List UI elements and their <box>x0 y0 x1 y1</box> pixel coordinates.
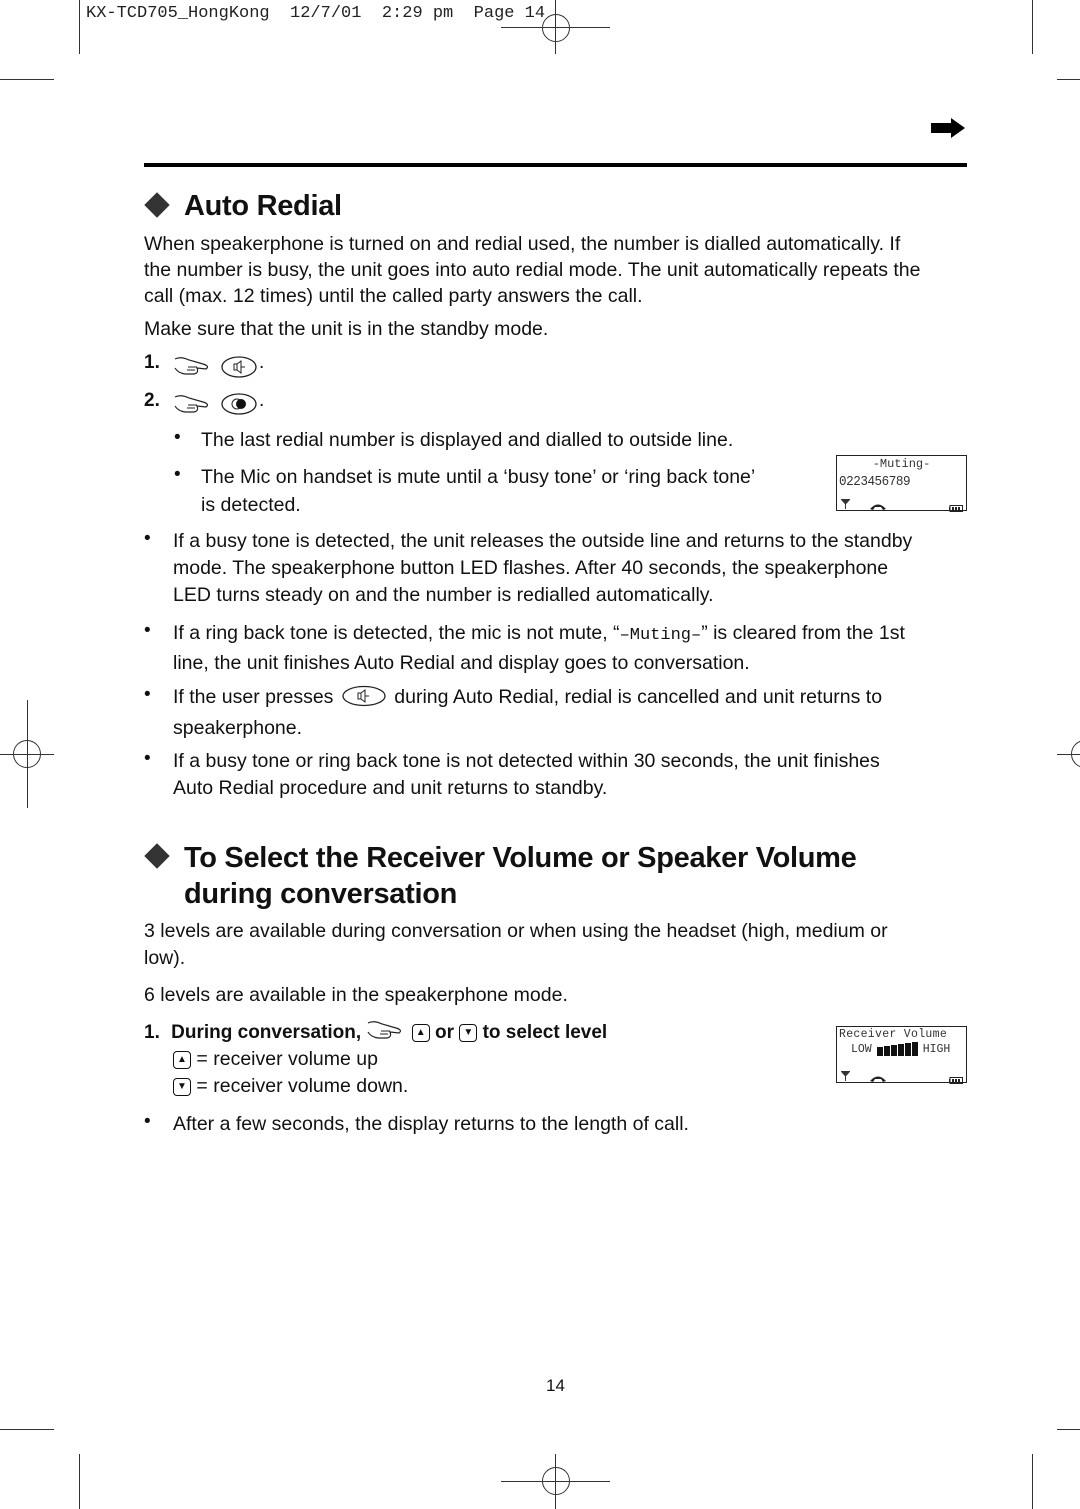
intro-paragraph: When speakerphone is turned on and redia… <box>144 231 974 309</box>
print-header: KX-TCD705_HongKong 12/7/01 2:29 pm Page … <box>86 4 546 23</box>
crop-mark <box>0 79 54 80</box>
text-line: LED turns steady on and the number is re… <box>173 584 714 606</box>
lcd-number: 0223456789 <box>839 474 911 490</box>
text-line: mode. The speakerphone button LED flashe… <box>173 557 889 579</box>
step-text: or <box>435 1022 455 1043</box>
step-2: 2. <box>144 390 160 412</box>
section-rule <box>144 163 967 167</box>
crop-mark <box>1057 79 1080 80</box>
ring-back-bullet: If a ring back tone is detected, the mic… <box>173 620 973 676</box>
text-line: line, the unit finishes Auto Redial and … <box>173 652 750 674</box>
low-label: LOW <box>851 1042 872 1056</box>
step-number: 1. <box>144 352 160 373</box>
step-period: . <box>259 352 265 373</box>
crop-mark <box>79 0 80 54</box>
volume-bar <box>876 1047 883 1056</box>
bullet-icon: • <box>174 427 181 448</box>
text: = receiver volume up <box>196 1048 378 1070</box>
down-arrow-button-icon: ▼ <box>459 1023 478 1042</box>
speakerphone-levels-text: 6 levels are available in the speakerpho… <box>144 984 568 1006</box>
sub-bullet-text: The last redial number is displayed and … <box>201 429 734 451</box>
off-hook-phone-icon <box>870 498 886 516</box>
up-arrow-button-icon: ▲ <box>411 1023 430 1042</box>
bullet-icon: • <box>144 748 151 769</box>
crop-mark <box>0 1429 54 1430</box>
volume-level-bars <box>876 1042 918 1056</box>
continue-arrow-icon <box>931 118 965 143</box>
muting-code: –Muting– <box>619 626 702 645</box>
lcd-volume-row: LOW HIGH <box>851 1042 950 1056</box>
volume-up-legend: ▲ = receiver volume up <box>173 1046 378 1072</box>
crop-mark <box>1032 0 1033 54</box>
bullet-icon: • <box>144 620 151 641</box>
speakerphone-button-icon <box>341 685 387 714</box>
text-line: Auto Redial procedure and unit returns t… <box>173 777 608 799</box>
precondition-text: Make sure that the unit is in the standb… <box>144 318 549 340</box>
signal-antenna-icon <box>839 496 852 514</box>
bullet-icon: • <box>174 464 181 485</box>
step-text: to select level <box>482 1022 608 1043</box>
text-line: If a busy tone is detected, the unit rel… <box>173 530 913 552</box>
volume-bar <box>904 1043 911 1056</box>
volume-step-1: 1. During conversation, ▲ or ▼ to select… <box>144 1019 607 1049</box>
crop-mark <box>1057 1429 1080 1430</box>
text: If the user presses <box>173 686 334 708</box>
step-number: 1. <box>144 1022 160 1043</box>
bullet-icon: • <box>144 684 151 705</box>
bullet-icon: • <box>144 1111 151 1132</box>
text-line: call (max. 12 times) until the called pa… <box>144 285 643 307</box>
text: = receiver volume down. <box>196 1075 409 1097</box>
hand-press-icon <box>366 1019 406 1049</box>
text: If a ring back tone is detected, the mic… <box>173 622 620 644</box>
busy-tone-bullet: If a busy tone is detected, the unit rel… <box>173 528 973 608</box>
user-presses-bullet: If the user presses during Auto Redial, … <box>173 684 973 741</box>
levels-paragraph: 3 levels are available during conversati… <box>144 918 974 971</box>
section-title: To Select the Receiver Volume or Speaker… <box>184 842 857 874</box>
volume-bar <box>911 1042 918 1056</box>
text: ” is cleared from the 1st <box>701 622 905 644</box>
timeout-bullet: If a busy tone or ring back tone is not … <box>173 748 973 801</box>
lcd-line-1: Receiver Volume <box>839 1028 948 1041</box>
battery-icon <box>949 499 963 517</box>
volume-down-legend: ▼ = receiver volume down. <box>173 1073 408 1099</box>
text-line: low). <box>144 947 186 969</box>
text-line: 3 levels are available during conversati… <box>144 920 888 942</box>
hand-press-icon <box>173 354 213 383</box>
volume-bar <box>883 1046 890 1056</box>
crop-mark <box>79 1454 80 1509</box>
section-title: Auto Redial <box>184 190 342 222</box>
down-arrow-button-icon: ▼ <box>173 1077 191 1096</box>
high-label: HIGH <box>922 1042 951 1056</box>
lcd-display-muting: -Muting- 0223456789 <box>836 455 967 514</box>
section-title-line2: during conversation <box>184 878 458 910</box>
lcd-line-1: -Muting- <box>872 457 931 471</box>
crop-mark <box>1032 1454 1033 1509</box>
bullet-icon: • <box>144 528 151 549</box>
step-period: . <box>259 390 265 411</box>
page-number: 14 <box>546 1376 565 1395</box>
text-line: If a busy tone or ring back tone is not … <box>173 750 880 772</box>
after-text: After a few seconds, the display returns… <box>173 1113 689 1135</box>
diamond-bullet-icon <box>144 843 170 869</box>
volume-bar <box>897 1044 904 1056</box>
text-line: When speakerphone is turned on and redia… <box>144 233 901 255</box>
hand-press-icon <box>173 392 213 421</box>
diamond-bullet-icon <box>144 192 170 218</box>
sub-bullet-text: The Mic on handset is mute until a ‘busy… <box>201 466 756 488</box>
off-hook-phone-icon <box>870 1070 886 1088</box>
text: during Auto Redial, redial is cancelled … <box>394 686 883 708</box>
sub-bullet-text: is detected. <box>201 494 301 516</box>
signal-antenna-icon <box>839 1068 852 1086</box>
step-number: 2. <box>144 390 160 411</box>
redial-button-icon <box>220 392 258 421</box>
text-line: speakerphone. <box>173 717 303 739</box>
lcd-display-receiver-volume: Receiver Volume LOW HIGH <box>836 1026 967 1086</box>
speakerphone-button-icon <box>220 355 258 384</box>
step-text: During conversation, <box>171 1022 362 1043</box>
battery-icon <box>949 1071 963 1089</box>
up-arrow-button-icon: ▲ <box>173 1050 191 1069</box>
step-1: 1. <box>144 352 160 374</box>
text-line: the number is busy, the unit goes into a… <box>144 259 921 281</box>
volume-bar <box>890 1045 897 1056</box>
